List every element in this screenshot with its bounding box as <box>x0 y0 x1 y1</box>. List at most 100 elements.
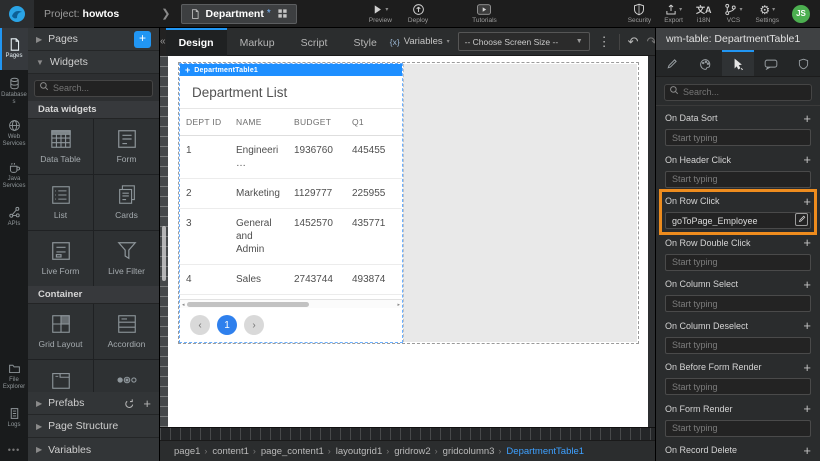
breadcrumb-item[interactable]: layoutgrid1 <box>328 446 382 457</box>
widget-tile-cards[interactable]: Cards <box>94 175 159 230</box>
variables-button[interactable]: {x} Variables ▾ <box>390 36 450 47</box>
table-row[interactable]: 2Marketing1129777225955 <box>180 179 402 209</box>
table-horizontal-scrollbar[interactable]: ◂ ▸ <box>180 299 402 308</box>
tab-styles[interactable] <box>689 50 722 76</box>
breadcrumb-item[interactable]: page1 <box>174 446 200 457</box>
table-row[interactable]: 4Sales2743744493874 <box>180 265 402 295</box>
scrollbar-thumb[interactable] <box>187 302 309 307</box>
table-row[interactable]: 3General and Admin1452570435771 <box>180 209 402 265</box>
column-header[interactable]: NAME <box>230 109 288 136</box>
add-handler-icon[interactable]: + <box>803 319 811 332</box>
rail-item-databases[interactable]: Databases <box>0 70 28 112</box>
column-header[interactable]: BUDGET <box>288 109 346 136</box>
tab-design[interactable]: Design <box>166 28 227 56</box>
breadcrumb-item[interactable]: page_content1 <box>253 446 324 457</box>
column-header[interactable]: Q1 <box>346 109 402 136</box>
breadcrumb-item[interactable]: gridrow2 <box>386 446 430 457</box>
breadcrumb-item-active[interactable]: DepartmentTable1 <box>498 446 584 457</box>
scroll-left-icon[interactable]: ◂ <box>182 302 185 308</box>
rail-item-file-explorer[interactable]: File Explorer <box>0 355 28 397</box>
event-handler-input[interactable] <box>665 420 811 437</box>
preview-button[interactable]: ▾ Preview <box>369 3 392 24</box>
security-button[interactable]: Security <box>628 3 651 24</box>
table-header-row[interactable]: DEPT ID NAME BUDGET Q1 <box>180 109 402 136</box>
tab-script[interactable]: Script <box>288 28 341 56</box>
add-handler-icon[interactable]: + <box>803 278 811 291</box>
event-handler-input[interactable] <box>665 212 811 229</box>
design-canvas[interactable]: + DepartmentTable1 Department List DEPT … <box>160 56 655 427</box>
widget-tile-accordion[interactable]: Accordion <box>94 304 159 359</box>
column-header[interactable]: DEPT ID <box>180 109 230 136</box>
add-handler-icon[interactable]: + <box>803 195 811 208</box>
rail-item-pages[interactable]: Pages <box>0 28 28 70</box>
pages-section-header[interactable]: ▶ Pages + <box>28 28 159 51</box>
event-handler-input[interactable] <box>665 129 811 146</box>
widget-drag-handle[interactable]: + DepartmentTable1 <box>180 64 402 76</box>
tab-properties[interactable] <box>656 50 689 76</box>
export-button[interactable]: ▾ Export <box>664 3 683 24</box>
canvas-right-scrollbar[interactable] <box>648 56 655 427</box>
i18n-button[interactable]: 文A i18N <box>696 3 712 24</box>
add-handler-icon[interactable]: + <box>803 153 811 166</box>
widget-tile-list[interactable]: List <box>28 175 93 230</box>
rail-item-apis[interactable]: APIs <box>0 196 28 238</box>
user-avatar[interactable]: JS <box>792 5 810 23</box>
tab-message[interactable] <box>754 50 787 76</box>
breadcrumb-item[interactable]: content1 <box>204 446 248 457</box>
prefabs-section-header[interactable]: ▶ Prefabs + <box>28 392 159 415</box>
refresh-icon[interactable] <box>124 398 135 409</box>
add-handler-icon[interactable]: + <box>803 361 811 374</box>
widget-tile-live-filter[interactable]: Live Filter <box>94 231 159 286</box>
breadcrumb-item[interactable]: gridcolumn3 <box>435 446 495 457</box>
tutorials-button[interactable]: Tutorials <box>472 3 497 24</box>
edit-handler-icon[interactable] <box>795 213 808 226</box>
rail-more-icon[interactable]: ••• <box>0 439 28 461</box>
widget-tile-tabs[interactable]: Tabs <box>28 360 93 393</box>
deploy-button[interactable]: Deploy <box>408 3 428 24</box>
screen-size-select[interactable]: -- Choose Screen Size -- ▼ <box>458 32 590 51</box>
variables-section-header[interactable]: ▶ Variables <box>28 438 159 461</box>
tab-events[interactable] <box>722 50 755 76</box>
add-handler-icon[interactable]: + <box>803 402 811 415</box>
page-structure-section-header[interactable]: ▶ Page Structure <box>28 415 159 438</box>
event-handler-input[interactable] <box>665 295 811 312</box>
empty-gridcolumn[interactable] <box>403 64 637 342</box>
add-handler-icon[interactable]: + <box>803 444 811 457</box>
widget-tile-live-form[interactable]: Live Form <box>28 231 93 286</box>
layout-grid-icon[interactable] <box>277 8 288 19</box>
app-logo[interactable] <box>0 0 34 28</box>
widgets-section-header[interactable]: ▼ Widgets <box>28 51 159 74</box>
tab-markup[interactable]: Markup <box>227 28 288 56</box>
event-handler-input[interactable] <box>665 378 811 395</box>
widget-search-input[interactable] <box>34 80 153 97</box>
table-row[interactable]: 1Engineeri…1936760445455 <box>180 136 402 179</box>
widget-tile-form[interactable]: Form <box>94 119 159 174</box>
add-handler-icon[interactable]: + <box>803 236 811 249</box>
widget-tile-data-table[interactable]: Data Table <box>28 119 93 174</box>
widget-tile-grid-layout[interactable]: Grid Layout <box>28 304 93 359</box>
page-tab-department[interactable]: Department * <box>181 4 297 24</box>
tab-security[interactable] <box>787 50 820 76</box>
layout-gridrow[interactable]: + DepartmentTable1 Department List DEPT … <box>178 62 639 344</box>
vcs-button[interactable]: ▾ VCS <box>724 3 742 24</box>
rail-item-logs[interactable]: Logs <box>0 397 28 439</box>
events-search-input[interactable] <box>664 84 812 101</box>
previous-page-button[interactable]: ‹ <box>190 315 210 335</box>
event-handler-input[interactable] <box>665 337 811 354</box>
settings-button[interactable]: ⚙▾ Settings <box>756 3 780 24</box>
chevron-right-icon[interactable]: ❯ <box>161 7 170 20</box>
add-page-button[interactable]: + <box>134 31 151 48</box>
canvas-page[interactable]: + DepartmentTable1 Department List DEPT … <box>168 56 648 427</box>
event-handler-input[interactable] <box>665 171 811 188</box>
widget-tile-wizard[interactable]: Wizard <box>94 360 159 393</box>
event-handler-input[interactable] <box>665 254 811 271</box>
next-page-button[interactable]: › <box>244 315 264 335</box>
rail-item-java-services[interactable]: Java Services <box>0 154 28 196</box>
canvas-vertical-scrollbar[interactable] <box>162 226 166 281</box>
department-table-widget[interactable]: + DepartmentTable1 Department List DEPT … <box>180 64 402 342</box>
add-handler-icon[interactable]: + <box>803 112 811 125</box>
scroll-right-icon[interactable]: ▸ <box>397 302 400 308</box>
current-page-button[interactable]: 1 <box>217 315 237 335</box>
tab-style[interactable]: Style <box>340 28 389 56</box>
more-options-icon[interactable]: ⋮ <box>598 35 611 48</box>
